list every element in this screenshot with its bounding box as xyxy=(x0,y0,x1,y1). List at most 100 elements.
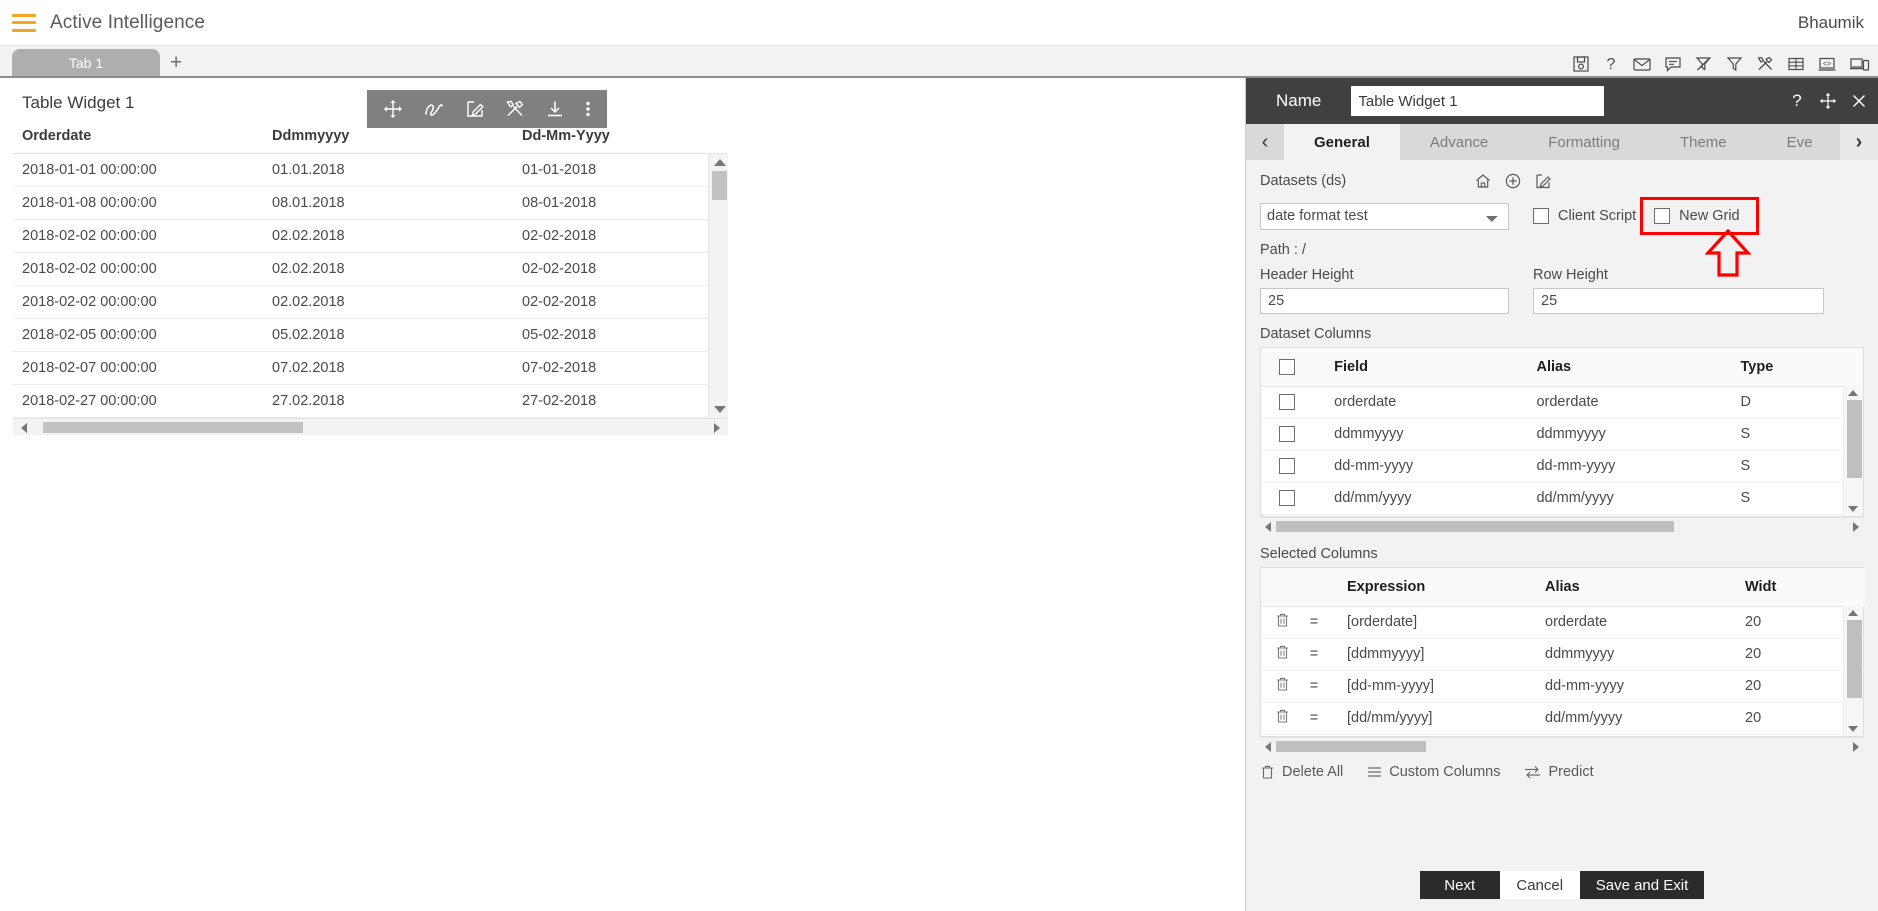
horizontal-scroll-thumb[interactable] xyxy=(43,422,303,433)
trash-icon[interactable] xyxy=(1275,644,1290,660)
trash-icon[interactable] xyxy=(1275,676,1290,692)
equals-icon[interactable]: = xyxy=(1295,702,1333,735)
vertical-scroll-thumb[interactable] xyxy=(1847,620,1862,698)
close-icon[interactable] xyxy=(1850,92,1868,110)
equals-icon[interactable]: = xyxy=(1295,670,1333,703)
predict-button[interactable]: Predict xyxy=(1524,764,1594,780)
dataset-select[interactable]: date format test xyxy=(1260,202,1509,230)
vertical-scroll-thumb[interactable] xyxy=(712,171,727,200)
scroll-right-arrow-icon[interactable] xyxy=(714,423,720,433)
horizontal-scroll-thumb[interactable] xyxy=(1276,521,1674,532)
header-width[interactable]: Widt xyxy=(1745,568,1865,607)
select-all-checkbox[interactable] xyxy=(1279,358,1295,375)
user-name[interactable]: Bhaumik xyxy=(1798,13,1864,33)
scroll-left-arrow-icon[interactable] xyxy=(1265,742,1271,752)
column-header-orderdate[interactable]: Orderdate xyxy=(13,122,263,154)
vertical-scroll-thumb[interactable] xyxy=(1847,400,1862,478)
tools-icon[interactable] xyxy=(505,99,525,119)
hamburger-icon[interactable] xyxy=(12,13,36,32)
trash-icon xyxy=(1262,765,1273,779)
delete-all-button[interactable]: Delete All xyxy=(1260,764,1343,780)
add-tab-button[interactable]: + xyxy=(170,52,182,73)
checkbox-box[interactable] xyxy=(1533,208,1549,224)
new-grid-checkbox[interactable]: New Grid xyxy=(1654,208,1740,224)
devices-icon[interactable] xyxy=(1849,55,1870,73)
scroll-right-arrow-icon[interactable] xyxy=(1853,742,1859,752)
custom-columns-button[interactable]: Custom Columns xyxy=(1367,764,1500,780)
move-icon[interactable] xyxy=(383,99,403,119)
tab-general[interactable]: General xyxy=(1284,124,1400,160)
equals-icon[interactable]: = xyxy=(1295,606,1333,639)
scroll-left-arrow-icon[interactable] xyxy=(21,423,27,433)
clear-filter-icon[interactable] xyxy=(1694,55,1713,73)
dataset-columns-table: Field Alias Type orderdate orderdate D d… xyxy=(1260,347,1864,517)
scroll-up-arrow-icon[interactable] xyxy=(714,159,726,166)
filter-icon[interactable] xyxy=(1725,55,1744,73)
widget-horizontal-scrollbar[interactable] xyxy=(13,418,728,435)
cell-expression: [orderdate] xyxy=(1333,606,1545,639)
tabs-next-button[interactable]: › xyxy=(1840,124,1878,160)
download-icon[interactable] xyxy=(545,99,565,119)
edit-icon[interactable] xyxy=(465,99,485,119)
header-field[interactable]: Field xyxy=(1320,348,1537,387)
add-icon[interactable] xyxy=(1504,172,1522,190)
trash-icon[interactable] xyxy=(1275,612,1290,628)
comment-icon[interactable] xyxy=(1664,55,1682,73)
row-checkbox[interactable] xyxy=(1279,394,1295,411)
selected-column-row: = [orderdate] orderdate 20 xyxy=(1261,606,1865,639)
tab-advance[interactable]: Advance xyxy=(1399,124,1519,160)
row-checkbox[interactable] xyxy=(1279,426,1295,443)
move-icon[interactable] xyxy=(1819,92,1837,110)
scroll-right-arrow-icon[interactable] xyxy=(1853,522,1859,532)
selected-columns-horizontal-scrollbar[interactable] xyxy=(1260,737,1864,754)
header-type[interactable]: Type xyxy=(1740,348,1863,387)
horizontal-scroll-thumb[interactable] xyxy=(1276,741,1426,752)
scribble-icon[interactable] xyxy=(423,99,445,119)
dataset-column-row: orderdate orderdate D xyxy=(1261,386,1863,419)
dataset-columns-horizontal-scrollbar[interactable] xyxy=(1260,517,1864,534)
home-icon[interactable] xyxy=(1474,172,1492,190)
trash-icon[interactable] xyxy=(1275,708,1290,724)
row-checkbox[interactable] xyxy=(1279,458,1295,475)
code-icon[interactable]: <> xyxy=(1817,55,1837,73)
more-options-icon[interactable] xyxy=(585,99,591,119)
tab-label: Tab 1 xyxy=(68,54,104,71)
widget-vertical-scrollbar[interactable] xyxy=(708,154,728,418)
mail-icon[interactable] xyxy=(1632,55,1652,73)
header-alias[interactable]: Alias xyxy=(1536,348,1741,387)
scroll-left-arrow-icon[interactable] xyxy=(1265,522,1271,532)
checkbox-box[interactable] xyxy=(1654,208,1671,224)
widget-name-input[interactable] xyxy=(1351,86,1605,116)
save-icon[interactable] xyxy=(1572,55,1590,73)
tab-tab1[interactable]: Tab 1 xyxy=(12,49,160,76)
cancel-button[interactable]: Cancel xyxy=(1499,871,1580,899)
row-height-input[interactable] xyxy=(1533,288,1824,314)
cell-alias: ddmmyyyy xyxy=(1536,418,1741,451)
tab-theme[interactable]: Theme xyxy=(1649,124,1757,160)
selected-columns-vertical-scrollbar[interactable] xyxy=(1843,606,1863,736)
tab-events[interactable]: Eve xyxy=(1756,124,1840,160)
scroll-down-arrow-icon[interactable] xyxy=(714,406,726,413)
tools-icon[interactable] xyxy=(1756,55,1775,73)
scroll-down-arrow-icon[interactable] xyxy=(1848,726,1858,732)
scroll-up-arrow-icon[interactable] xyxy=(1848,610,1858,616)
save-and-exit-button[interactable]: Save and Exit xyxy=(1579,871,1705,899)
scroll-down-arrow-icon[interactable] xyxy=(1848,506,1858,512)
header-alias[interactable]: Alias xyxy=(1545,568,1745,607)
tabs-prev-button[interactable]: ‹ xyxy=(1246,124,1284,160)
dataset-columns-vertical-scrollbar[interactable] xyxy=(1843,386,1863,516)
table-icon[interactable] xyxy=(1787,55,1805,73)
header-expression[interactable]: Expression xyxy=(1333,568,1545,607)
client-script-checkbox[interactable]: Client Script xyxy=(1533,208,1636,224)
equals-icon[interactable]: = xyxy=(1295,638,1333,671)
list-icon xyxy=(1368,767,1382,777)
help-icon[interactable]: ? xyxy=(1602,55,1620,73)
help-icon[interactable]: ? xyxy=(1788,92,1806,110)
row-checkbox[interactable] xyxy=(1279,490,1295,507)
header-height-input[interactable] xyxy=(1260,288,1509,314)
widget-table-body-wrap: 2018-01-01 00:00:00 01.01.2018 01-01-2018 … xyxy=(13,154,728,418)
scroll-up-arrow-icon[interactable] xyxy=(1848,390,1858,396)
next-button[interactable]: Next xyxy=(1419,871,1500,899)
edit-icon[interactable] xyxy=(1534,172,1552,190)
tab-formatting[interactable]: Formatting xyxy=(1518,124,1650,160)
